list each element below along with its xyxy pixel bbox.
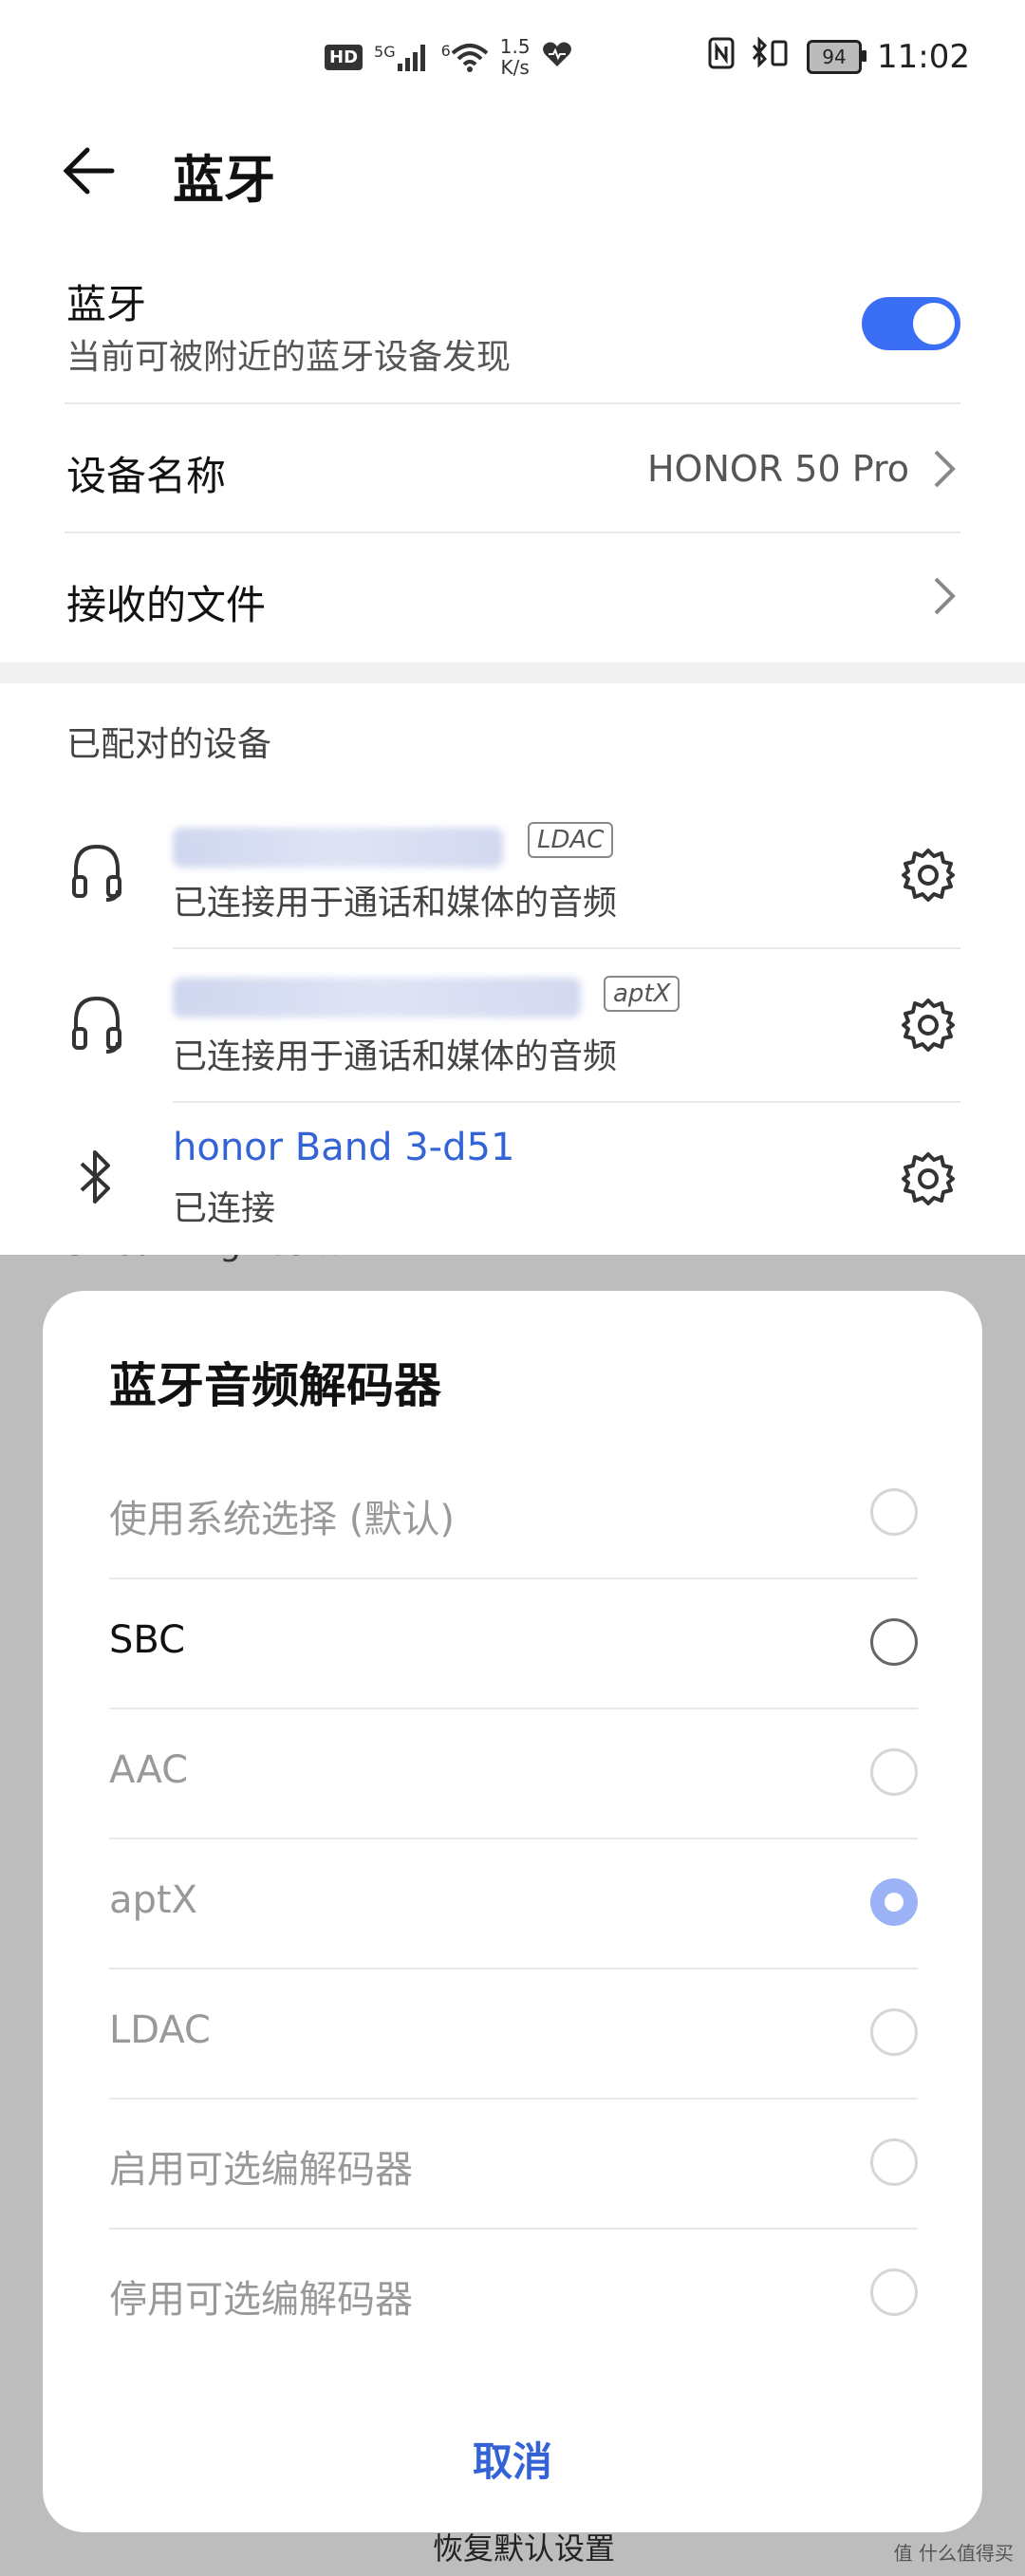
- radio-button[interactable]: [870, 2008, 918, 2056]
- headphones-icon: [72, 996, 121, 1054]
- codec-option-ldac[interactable]: LDAC: [109, 1970, 918, 2100]
- radio-button[interactable]: [870, 1488, 918, 1536]
- device-status: 已连接用于通话和媒体的音频: [173, 1037, 618, 1076]
- received-files-row[interactable]: 接收的文件: [0, 533, 1025, 661]
- codec-option-enable-optional[interactable]: 启用可选编解码器: [109, 2100, 918, 2230]
- hd-badge: HD: [325, 44, 363, 70]
- divider: [109, 1708, 918, 1709]
- status-left: HD 5G 6 1.5 K/s: [325, 28, 572, 85]
- divider: [109, 2228, 918, 2230]
- radio-button[interactable]: [870, 2268, 918, 2316]
- option-label: 使用系统选择 (默认): [109, 1498, 455, 1541]
- codec-option-aptx[interactable]: aptX: [109, 1840, 918, 1969]
- speed-unit: K/s: [500, 56, 530, 79]
- device-name: honor Band 3-d51: [173, 1126, 515, 1169]
- headphones-icon: [72, 844, 121, 902]
- switch-knob: [913, 303, 955, 345]
- clock: 11:02: [877, 38, 970, 76]
- codec-option-aac[interactable]: AAC: [109, 1710, 918, 1839]
- codec-option-system-default[interactable]: 使用系统选择 (默认): [109, 1450, 918, 1579]
- gear-icon[interactable]: [898, 845, 959, 905]
- codec-dialog: 蓝牙音频解码器 使用系统选择 (默认) SBC AAC aptX LDAC 启用…: [43, 1291, 982, 2532]
- device-name-label: 设备名称: [66, 453, 227, 499]
- bluetooth-switch[interactable]: [862, 297, 960, 350]
- watermark: 值 什么值得买: [893, 2542, 1014, 2565]
- divider: [109, 1968, 918, 1969]
- network-speed: 1.5 K/s: [500, 36, 531, 78]
- paired-device-row[interactable]: LDAC 已连接用于通话和媒体的音频: [0, 807, 1025, 947]
- codec-option-sbc[interactable]: SBC: [109, 1580, 918, 1709]
- device-name-redacted: [173, 828, 503, 868]
- codec-option-disable-optional[interactable]: 停用可选编解码器: [109, 2231, 918, 2360]
- device-name-value: HONOR 50 Pro: [646, 448, 909, 490]
- option-label: LDAC: [109, 2008, 211, 2052]
- option-label: AAC: [109, 1748, 189, 1792]
- codec-badge: LDAC: [528, 822, 614, 858]
- wifi-icon: 6: [441, 42, 489, 72]
- section-separator: [0, 663, 1025, 683]
- bluetooth-row-title: 蓝牙: [66, 281, 147, 327]
- wifi-generation: 6: [440, 42, 451, 60]
- device-name-row[interactable]: 设备名称 HONOR 50 Pro: [0, 404, 1025, 532]
- battery-icon: 94: [807, 40, 867, 74]
- nfc-icon: [708, 37, 735, 78]
- option-label: 启用可选编解码器: [109, 2148, 413, 2192]
- divider: [109, 2098, 918, 2100]
- radio-button[interactable]: [870, 2138, 918, 2186]
- divider: [109, 1577, 918, 1579]
- device-status: 已连接用于通话和媒体的音频: [173, 884, 618, 923]
- back-button[interactable]: [57, 133, 133, 209]
- status-right: 94 11:02: [708, 28, 970, 85]
- back-arrow-icon: [63, 147, 115, 195]
- received-files-label: 接收的文件: [66, 582, 267, 628]
- dialog-title: 蓝牙音频解码器: [109, 1358, 441, 1413]
- cellular-icon: 5G: [374, 43, 430, 71]
- codec-badge: aptX: [604, 976, 680, 1012]
- chevron-right-icon: [934, 450, 956, 488]
- bluetooth-vibrate-icon: [750, 35, 792, 79]
- divider: [109, 1838, 918, 1839]
- option-label: 停用可选编解码器: [109, 2278, 413, 2322]
- option-label: aptX: [109, 1878, 197, 1922]
- health-heart-icon: [542, 41, 572, 73]
- device-name-redacted: [173, 978, 581, 1017]
- network-type: 5G: [374, 43, 396, 61]
- gear-icon[interactable]: [898, 995, 959, 1055]
- bluetooth-icon: [80, 1150, 110, 1204]
- speed-value: 1.5: [499, 35, 531, 58]
- option-label: SBC: [109, 1618, 186, 1662]
- radio-button-selected[interactable]: [870, 1878, 918, 1926]
- paired-devices-header: 已配对的设备: [66, 725, 272, 764]
- radio-button[interactable]: [870, 1748, 918, 1796]
- bluetooth-row-subtitle: 当前可被附近的蓝牙设备发现: [66, 338, 512, 377]
- page-title: 蓝牙: [173, 150, 275, 210]
- status-bar: HD 5G 6 1.5 K/s 94 11:02: [0, 0, 1025, 114]
- radio-button[interactable]: [870, 1618, 918, 1666]
- gear-icon[interactable]: [898, 1148, 959, 1209]
- paired-device-row[interactable]: aptX 已连接用于通话和媒体的音频: [0, 949, 1025, 1101]
- chevron-right-icon: [934, 577, 956, 615]
- device-status: 已连接: [173, 1189, 276, 1228]
- paired-device-row[interactable]: honor Band 3-d51 已连接: [0, 1103, 1025, 1255]
- cancel-button[interactable]: 取消: [43, 2430, 982, 2488]
